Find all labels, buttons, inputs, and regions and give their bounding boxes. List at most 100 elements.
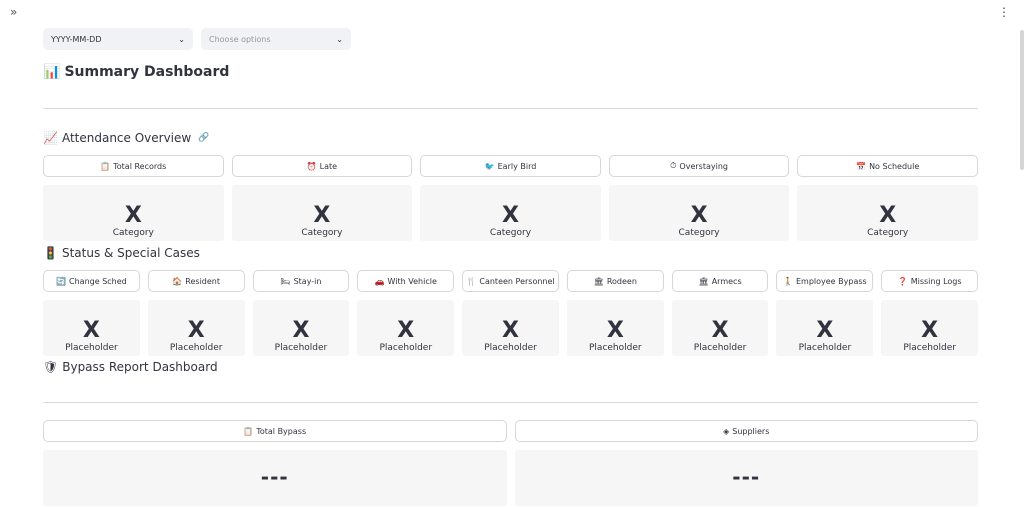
button-label: Suppliers xyxy=(732,426,770,436)
divider xyxy=(43,402,978,403)
button-label: Stay-in xyxy=(293,276,322,286)
filter-bar: YYYY-MM-DD ⌄ Choose options ⌄ xyxy=(43,28,351,50)
button-label: Change Sched xyxy=(69,276,127,286)
divider xyxy=(43,108,978,109)
metric-card: X Category xyxy=(797,185,978,241)
metric-label: Placeholder xyxy=(484,343,537,353)
main-menu-icon[interactable]: ⋮ xyxy=(998,5,1010,19)
button-label: Employee Bypass xyxy=(795,276,867,286)
attendance-heading: 📈 Attendance Overview 🔗 xyxy=(43,131,209,145)
change-sched-button[interactable]: 🔄 Change Sched xyxy=(43,270,140,292)
button-label: Overstaying xyxy=(679,161,728,171)
metric-card: X Placeholder xyxy=(776,300,874,356)
missing-logs-button[interactable]: ❓ Missing Logs xyxy=(881,270,979,292)
status-heading-text: Status & Special Cases xyxy=(61,246,200,260)
options-multiselect[interactable]: Choose options ⌄ xyxy=(201,28,351,50)
metric-card: X Placeholder xyxy=(43,300,140,356)
metric-label: Placeholder xyxy=(903,343,956,353)
metric-value: --- xyxy=(260,465,289,489)
metric-label: Placeholder xyxy=(693,343,747,353)
metric-value: X xyxy=(313,203,331,228)
status-cards: X Placeholder X Placeholder X Placeholder X… xyxy=(43,300,979,356)
total-bypass-button[interactable]: 📋 Total Bypass xyxy=(43,420,507,442)
bird-icon: 🐦 xyxy=(484,161,495,171)
canteen-personnel-button[interactable]: 🍴 Canteen Personnel xyxy=(462,270,559,292)
button-label: Canteen Personnel xyxy=(479,276,555,286)
metric-value: X xyxy=(82,318,100,343)
car-icon: 🚗 xyxy=(374,276,385,286)
attendance-cards: X Category X Category X Category X Category … xyxy=(43,185,978,241)
metric-label: Placeholder xyxy=(274,343,328,353)
clipboard-icon: 📋 xyxy=(100,161,111,171)
metric-value: X xyxy=(124,203,142,228)
button-label: Total Bypass xyxy=(256,426,307,436)
button-label: Late xyxy=(319,161,338,171)
total-records-button[interactable]: 📋 Total Records xyxy=(43,155,224,177)
metric-value: --- xyxy=(732,465,761,489)
late-button[interactable]: ⏰ Late xyxy=(231,155,413,177)
calendar-icon: 📅 xyxy=(856,161,867,171)
options-placeholder: Choose options xyxy=(209,34,271,44)
attendance-buttons: 📋 Total Records ⏰ Late 🐦 Early Bird ⏱ Overst… xyxy=(43,155,978,177)
metric-label: Placeholder xyxy=(169,343,223,353)
status-buttons: 🔄 Change Sched 🏠 Resident 🛏 Stay-in 🚗 With V… xyxy=(43,270,979,292)
bypass-heading-text: Bypass Report Dashboard xyxy=(62,360,218,374)
with-vehicle-button[interactable]: 🚗 With Vehicle xyxy=(357,270,455,292)
metric-label: Category xyxy=(112,228,154,238)
stay-in-button[interactable]: 🛏 Stay-in xyxy=(252,270,350,292)
button-label: Armecs xyxy=(711,276,742,286)
bypass-heading: 🛡 Bypass Report Dashboard xyxy=(43,360,218,374)
suppliers-button[interactable]: ◈ Suppliers xyxy=(514,420,978,442)
metric-card: X Placeholder xyxy=(357,300,455,356)
stopwatch-icon: ⏱ xyxy=(670,161,677,170)
metric-label: Placeholder xyxy=(589,343,642,353)
bypass-cards: --- --- xyxy=(43,450,978,506)
metric-value: X xyxy=(879,203,897,228)
resident-button[interactable]: 🏠 Resident xyxy=(147,270,245,292)
metric-label: Category xyxy=(489,228,532,238)
metric-label: Placeholder xyxy=(379,343,433,353)
traffic-light-icon: 🚦 xyxy=(43,246,58,260)
armecs-button[interactable]: 🏛 Armecs xyxy=(671,270,769,292)
metric-value: X xyxy=(690,203,708,228)
metric-label: Placeholder xyxy=(798,343,852,353)
trend-chart-icon: 📈 xyxy=(43,131,58,145)
metric-card: X Category xyxy=(231,185,413,241)
metric-card: X Placeholder xyxy=(252,300,350,356)
anchor-link-icon[interactable]: 🔗 xyxy=(198,133,209,143)
metric-card: X Category xyxy=(608,185,790,241)
status-heading: 🚦 Status & Special Cases xyxy=(43,246,200,260)
employee-bypass-button[interactable]: 🚶 Employee Bypass xyxy=(776,270,874,292)
building-icon: 🏛 xyxy=(593,276,604,286)
metric-card: X Placeholder xyxy=(881,300,979,356)
page-title: 📊 Summary Dashboard xyxy=(43,64,229,80)
button-label: Rodeen xyxy=(606,276,637,286)
early-bird-button[interactable]: 🐦 Early Bird xyxy=(420,155,601,177)
rodeen-button[interactable]: 🏛 Rodeen xyxy=(566,270,664,292)
date-select[interactable]: YYYY-MM-DD ⌄ xyxy=(43,28,193,50)
button-label: Early Bird xyxy=(497,161,537,171)
diamond-icon: ◈ xyxy=(723,426,730,436)
metric-value: X xyxy=(397,318,415,343)
utensils-icon: 🍴 xyxy=(466,276,477,286)
metric-card: --- xyxy=(514,450,978,506)
attendance-heading-text: Attendance Overview xyxy=(61,131,192,145)
metric-value: X xyxy=(816,318,834,343)
bar-chart-icon: 📊 xyxy=(43,64,61,80)
metric-value: X xyxy=(187,318,205,343)
chevron-down-icon: ⌄ xyxy=(178,34,185,44)
metric-value: X xyxy=(292,318,310,343)
date-select-value: YYYY-MM-DD xyxy=(51,34,102,44)
metric-card: X Category xyxy=(43,185,224,241)
clipboard-icon: 📋 xyxy=(243,426,254,436)
no-schedule-button[interactable]: 📅 No Schedule xyxy=(797,155,978,177)
sidebar-expand-icon[interactable]: » xyxy=(10,5,17,19)
scrollbar[interactable] xyxy=(1020,30,1024,170)
overstaying-button[interactable]: ⏱ Overstaying xyxy=(608,155,790,177)
button-label: With Vehicle xyxy=(387,276,437,286)
button-label: Resident xyxy=(185,276,221,286)
chevron-down-icon: ⌄ xyxy=(336,34,343,44)
shield-icon: 🛡 xyxy=(43,360,59,374)
bypass-buttons: 📋 Total Bypass ◈ Suppliers xyxy=(43,420,978,442)
metric-value: X xyxy=(711,318,729,343)
